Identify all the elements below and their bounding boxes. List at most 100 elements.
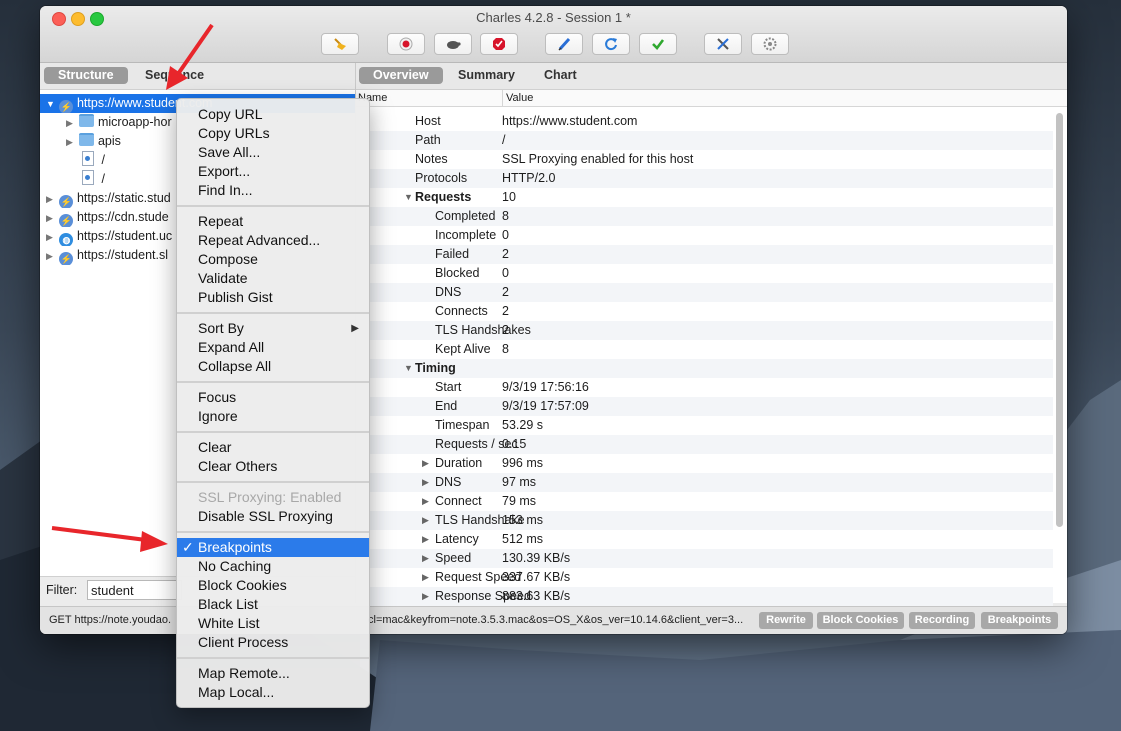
menu-item-copy-urls[interactable]: Copy URLs [177,124,369,143]
menu-item-clear[interactable]: Clear [177,438,369,457]
overview-row[interactable]: End 9/3/19 17:57:09 [356,397,1053,416]
overview-row[interactable]: ▶ Request Speed 337.67 KB/s [356,568,1053,587]
overview-row[interactable]: Incomplete 0 [356,226,1053,245]
overview-row[interactable]: ▶ Duration 996 ms [356,454,1053,473]
overview-row[interactable]: Start 9/3/19 17:56:16 [356,378,1053,397]
menu-item-find-in[interactable]: Find In... [177,181,369,200]
menu-item-focus[interactable]: Focus [177,388,369,407]
menu-item-disable-ssl-proxying[interactable]: Disable SSL Proxying [177,507,369,526]
menu-item-expand-all[interactable]: Expand All [177,338,369,357]
disclosure-closed-icon[interactable]: ▶ [66,114,76,132]
overview-row[interactable]: ▼ Timing [356,359,1053,378]
menu-item-clear-others[interactable]: Clear Others [177,457,369,476]
tab-summary[interactable]: Summary [444,67,529,84]
overview-row[interactable]: Failed 2 [356,245,1053,264]
tab-overview[interactable]: Overview [359,67,443,84]
menu-item-validate[interactable]: Validate [177,269,369,288]
menu-item-repeat-advanced[interactable]: Repeat Advanced... [177,231,369,250]
overview-row[interactable]: TLS Handshakes 2 [356,321,1053,340]
block-cookies-status-button[interactable]: Block Cookies [817,612,904,629]
overview-row[interactable]: ▶ TLS Handshake 153 ms [356,511,1053,530]
menu-item-white-list[interactable]: White List [177,614,369,633]
recording-status-button[interactable]: Recording [909,612,975,629]
column-value-header[interactable]: Value [502,90,533,106]
overview-row[interactable]: Kept Alive 8 [356,340,1053,359]
breakpoints-status-button[interactable]: Breakpoints [981,612,1058,629]
throttle-button[interactable] [434,33,472,55]
overview-row[interactable]: Blocked 0 [356,264,1053,283]
menu-item-compose[interactable]: Compose [177,250,369,269]
overview-row[interactable]: ▶ Speed 130.39 KB/s [356,549,1053,568]
menu-item-save-all[interactable]: Save All... [177,143,369,162]
menu-item-ignore[interactable]: Ignore [177,407,369,426]
tools-button[interactable] [704,33,742,55]
tab-structure[interactable]: Structure [44,67,128,84]
disclosure-closed-icon[interactable]: ▶ [422,568,429,587]
disclosure-open-icon[interactable]: ▼ [404,188,413,207]
disclosure-closed-icon[interactable]: ▶ [46,190,56,208]
overview-row[interactable]: ▶ Latency 512 ms [356,530,1053,549]
disclosure-open-icon[interactable]: ▼ [46,95,56,113]
menu-item-copy-url[interactable]: Copy URL [177,105,369,124]
overview-row-name: Notes [415,152,448,166]
overview-row[interactable]: Protocols HTTP/2.0 [356,169,1053,188]
disclosure-closed-icon[interactable]: ▶ [422,511,429,530]
menu-item-label: Ignore [198,408,238,424]
overview-row-value: 9/3/19 17:56:16 [502,380,589,394]
disclosure-closed-icon[interactable]: ▶ [422,473,429,492]
compose-button[interactable] [545,33,583,55]
rewrite-status-button[interactable]: Rewrite [759,612,813,629]
overview-row[interactable]: Requests / sec 0.15 [356,435,1053,454]
menu-item-collapse-all[interactable]: Collapse All [177,357,369,376]
overview-row[interactable]: ▶ Connect 79 ms [356,492,1053,511]
menu-item-publish-gist[interactable]: Publish Gist [177,288,369,307]
disclosure-closed-icon[interactable]: ▶ [422,587,429,606]
disclosure-closed-icon[interactable]: ▶ [66,133,76,151]
overview-row-name: End [435,399,458,413]
menu-item-repeat[interactable]: Repeat [177,212,369,231]
menu-item-black-list[interactable]: Black List [177,595,369,614]
validate-button[interactable] [639,33,677,55]
menu-item-map-remote[interactable]: Map Remote... [177,664,369,683]
disclosure-closed-icon[interactable]: ▶ [46,247,56,265]
menu-item-label: White List [198,615,260,631]
tab-chart[interactable]: Chart [530,67,591,84]
overview-row-name: Duration [435,456,483,470]
disclosure-closed-icon[interactable]: ▶ [422,454,429,473]
repeat-button[interactable] [592,33,630,55]
menu-item-breakpoints[interactable]: ✓ Breakpoints [177,538,369,557]
menu-item-map-local[interactable]: Map Local... [177,683,369,702]
overview-row[interactable]: ▼ Requests 10 [356,188,1053,207]
menu-separator [177,381,369,383]
menu-item-block-cookies[interactable]: Block Cookies [177,576,369,595]
disclosure-closed-icon[interactable]: ▶ [46,228,56,246]
broom-button[interactable] [321,33,359,55]
filter-input[interactable]: student [87,580,182,600]
menu-item-no-caching[interactable]: No Caching [177,557,369,576]
overview-row[interactable]: ▶ Response Speed 883.63 KB/s [356,587,1053,606]
vertical-scrollbar[interactable] [1056,113,1063,527]
menu-item-client-process[interactable]: Client Process [177,633,369,652]
record-button[interactable] [387,33,425,55]
overview-row[interactable]: Path / [356,131,1053,150]
disclosure-closed-icon[interactable]: ▶ [46,209,56,227]
menu-item-sort-by[interactable]: Sort By ▶ [177,319,369,338]
overview-row[interactable]: ▶ DNS 97 ms [356,473,1053,492]
overview-row[interactable]: Host https://www.student.com [356,112,1053,131]
overview-row[interactable]: Completed 8 [356,207,1053,226]
disclosure-closed-icon[interactable]: ▶ [422,549,429,568]
overview-row[interactable]: Notes SSL Proxying enabled for this host [356,150,1053,169]
settings-button[interactable] [751,33,789,55]
menu-item-export[interactable]: Export... [177,162,369,181]
overview-row-name: Host [415,114,441,128]
overview-row-name: Connect [435,494,482,508]
bolt-icon: ⚡ [59,214,74,227]
breakpoints-button[interactable] [480,33,518,55]
overview-row[interactable]: Timespan 53.29 s [356,416,1053,435]
disclosure-open-icon[interactable]: ▼ [404,359,413,378]
tab-sequence[interactable]: Sequence [131,67,218,84]
disclosure-closed-icon[interactable]: ▶ [422,530,429,549]
disclosure-closed-icon[interactable]: ▶ [422,492,429,511]
overview-row[interactable]: Connects 2 [356,302,1053,321]
overview-row[interactable]: DNS 2 [356,283,1053,302]
